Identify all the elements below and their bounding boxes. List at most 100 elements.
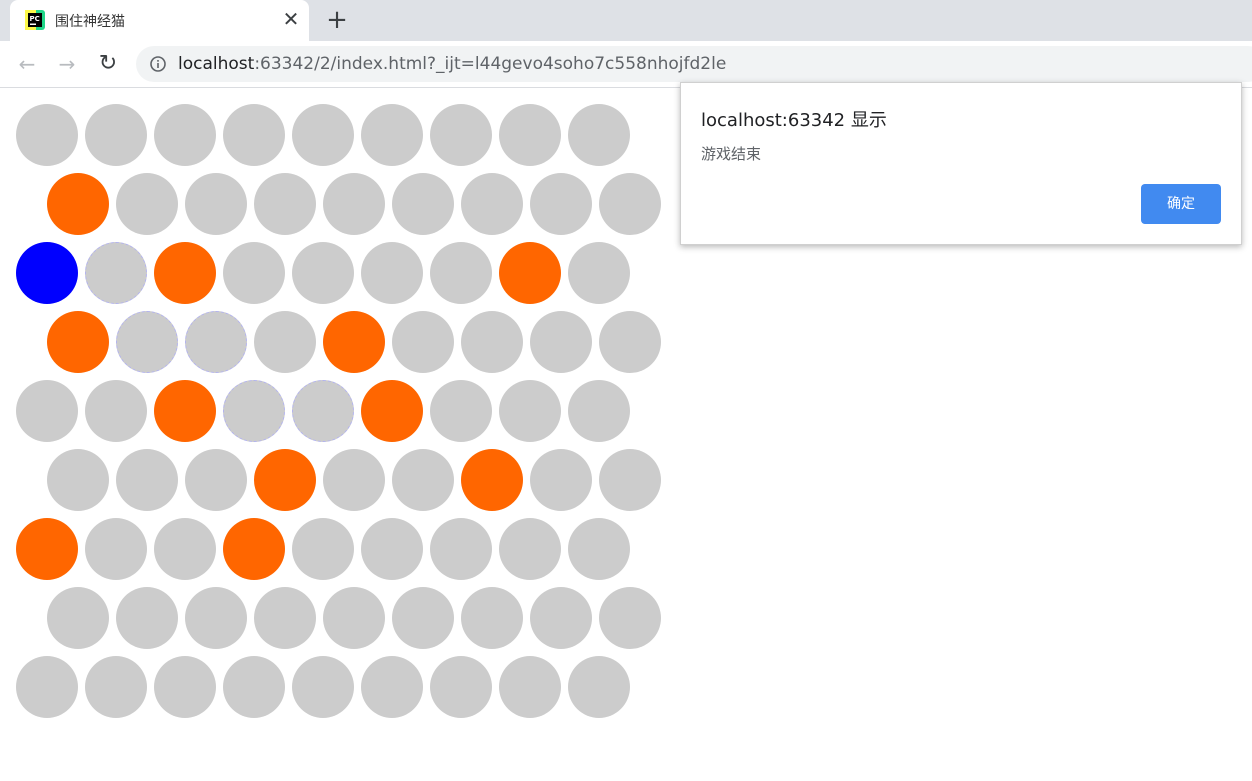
board-cell-empty[interactable] xyxy=(392,449,454,511)
board-cell-empty[interactable] xyxy=(392,587,454,649)
board-cell-path[interactable] xyxy=(292,380,354,442)
board-cell-empty[interactable] xyxy=(568,242,630,304)
board-cell-wall[interactable] xyxy=(154,380,216,442)
url-text[interactable]: localhost:63342/2/index.html?_ijt=l44gev… xyxy=(178,54,726,74)
board-cell-empty[interactable] xyxy=(461,587,523,649)
forward-button[interactable]: → xyxy=(55,52,79,76)
board-cell-empty[interactable] xyxy=(85,656,147,718)
board-cell-empty[interactable] xyxy=(185,587,247,649)
board-cell-empty[interactable] xyxy=(530,449,592,511)
board-cell-empty[interactable] xyxy=(430,518,492,580)
board-cell-empty[interactable] xyxy=(430,656,492,718)
board-cell-empty[interactable] xyxy=(430,242,492,304)
board-cell-empty[interactable] xyxy=(85,518,147,580)
favicon-label: PC xyxy=(30,15,40,23)
board-cell-empty[interactable] xyxy=(599,587,661,649)
board-cell-empty[interactable] xyxy=(85,104,147,166)
board-cell-empty[interactable] xyxy=(361,518,423,580)
board-cell-empty[interactable] xyxy=(568,380,630,442)
board-cell-empty[interactable] xyxy=(292,242,354,304)
board-cell-empty[interactable] xyxy=(568,656,630,718)
board-cell-path[interactable] xyxy=(85,242,147,304)
board-cell-empty[interactable] xyxy=(530,311,592,373)
ok-button[interactable]: 确定 xyxy=(1141,184,1221,224)
board-cell-empty[interactable] xyxy=(499,104,561,166)
board-cell-empty[interactable] xyxy=(599,173,661,235)
board-cell-wall[interactable] xyxy=(47,311,109,373)
board-cell-empty[interactable] xyxy=(223,104,285,166)
board-cell-empty[interactable] xyxy=(323,173,385,235)
board-cell-empty[interactable] xyxy=(430,104,492,166)
browser-toolbar: ← → ↻ localhost:63342/2/index.html?_ijt=… xyxy=(0,41,1252,88)
board-cell-path[interactable] xyxy=(223,380,285,442)
board-cell-empty[interactable] xyxy=(568,104,630,166)
board-cell-empty[interactable] xyxy=(47,449,109,511)
url-host: localhost xyxy=(178,54,255,74)
board-cell-empty[interactable] xyxy=(361,242,423,304)
board-cell-wall[interactable] xyxy=(323,311,385,373)
board-cell-wall[interactable] xyxy=(254,449,316,511)
board-cell-empty[interactable] xyxy=(154,104,216,166)
board-cell-empty[interactable] xyxy=(185,449,247,511)
board-cell-empty[interactable] xyxy=(16,656,78,718)
board-cell-empty[interactable] xyxy=(116,173,178,235)
board-cell-empty[interactable] xyxy=(254,311,316,373)
board-cell-empty[interactable] xyxy=(185,173,247,235)
board-cell-empty[interactable] xyxy=(530,587,592,649)
board-cell-wall[interactable] xyxy=(499,242,561,304)
board-cell-empty[interactable] xyxy=(154,518,216,580)
board-cell-empty[interactable] xyxy=(499,518,561,580)
board-cell-empty[interactable] xyxy=(223,242,285,304)
board-cell-path[interactable] xyxy=(116,311,178,373)
dialog-message: 游戏结束 xyxy=(701,145,762,163)
board-cell-empty[interactable] xyxy=(116,449,178,511)
board-cell-empty[interactable] xyxy=(430,380,492,442)
reload-button[interactable]: ↻ xyxy=(96,52,120,76)
board-cell-wall[interactable] xyxy=(461,449,523,511)
board-cell-empty[interactable] xyxy=(47,587,109,649)
board-cell-empty[interactable] xyxy=(85,380,147,442)
board-cell-empty[interactable] xyxy=(568,518,630,580)
board-cell-empty[interactable] xyxy=(16,104,78,166)
board-cell-wall[interactable] xyxy=(361,380,423,442)
board-cell-empty[interactable] xyxy=(16,380,78,442)
board-cell-empty[interactable] xyxy=(461,311,523,373)
tab-strip: PC 围住神经猫 ✕ + xyxy=(0,0,1252,41)
new-tab-button[interactable]: + xyxy=(325,7,349,33)
info-icon[interactable] xyxy=(150,56,166,72)
board-cell-empty[interactable] xyxy=(323,587,385,649)
board-cell-empty[interactable] xyxy=(292,518,354,580)
board-cell-empty[interactable] xyxy=(116,587,178,649)
board-cell-empty[interactable] xyxy=(154,656,216,718)
board-cell-empty[interactable] xyxy=(361,104,423,166)
board-cell-empty[interactable] xyxy=(223,656,285,718)
back-button[interactable]: ← xyxy=(15,52,39,76)
pycharm-favicon-icon: PC xyxy=(25,10,45,30)
board-cell-empty[interactable] xyxy=(323,449,385,511)
board-cell-empty[interactable] xyxy=(499,380,561,442)
close-tab-icon[interactable]: ✕ xyxy=(280,8,302,30)
board-cell-empty[interactable] xyxy=(599,311,661,373)
address-bar[interactable]: localhost:63342/2/index.html?_ijt=l44gev… xyxy=(136,46,1252,82)
board-cell-empty[interactable] xyxy=(599,449,661,511)
board-cell-empty[interactable] xyxy=(392,173,454,235)
alert-dialog: localhost:63342 显示 游戏结束 确定 xyxy=(680,82,1242,245)
board-cell-empty[interactable] xyxy=(254,587,316,649)
board-cell-cat[interactable] xyxy=(16,242,78,304)
board-cell-empty[interactable] xyxy=(292,656,354,718)
board-cell-wall[interactable] xyxy=(154,242,216,304)
board-cell-empty[interactable] xyxy=(499,656,561,718)
url-path: :63342/2/index.html?_ijt=l44gevo4soho7c5… xyxy=(254,54,727,74)
board-cell-empty[interactable] xyxy=(361,656,423,718)
board-cell-wall[interactable] xyxy=(223,518,285,580)
board-cell-empty[interactable] xyxy=(292,104,354,166)
board-cell-empty[interactable] xyxy=(254,173,316,235)
board-cell-empty[interactable] xyxy=(461,173,523,235)
tab-active[interactable]: PC 围住神经猫 ✕ xyxy=(10,0,309,41)
board-cell-wall[interactable] xyxy=(47,173,109,235)
board-cell-empty[interactable] xyxy=(392,311,454,373)
board-cell-empty[interactable] xyxy=(530,173,592,235)
tab-title: 围住神经猫 xyxy=(55,14,125,30)
board-cell-path[interactable] xyxy=(185,311,247,373)
board-cell-wall[interactable] xyxy=(16,518,78,580)
